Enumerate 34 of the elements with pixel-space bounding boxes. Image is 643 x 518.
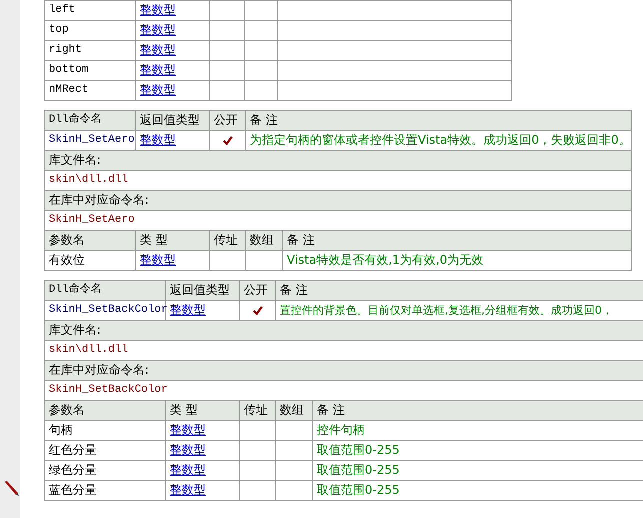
- section-label: 库文件名:: [44, 320, 643, 340]
- column-header: 备 注: [312, 400, 643, 420]
- param-name: bottom: [44, 60, 136, 80]
- note-text: Vista特效是否有效,1为有效,0为无效: [282, 250, 632, 270]
- param-name: 蓝色分量: [44, 480, 166, 500]
- param-name: 红色分量: [44, 440, 166, 460]
- column-header: Dll命令名: [44, 280, 166, 300]
- param-name: 绿色分量: [44, 460, 166, 480]
- column-header: Dll命令名: [44, 110, 136, 130]
- column-header: 备 注: [246, 110, 632, 130]
- column-header: 公开: [240, 280, 276, 300]
- column-header: 数组: [276, 400, 312, 420]
- column-header: 传址: [210, 230, 246, 250]
- section-label: 在库中对应命令名:: [44, 190, 632, 210]
- pencil-icon: [3, 480, 19, 496]
- column-header: 返回值类型: [136, 110, 210, 130]
- param-name: 句柄: [44, 420, 166, 440]
- column-header: 类 型: [166, 400, 240, 420]
- param-name: right: [44, 40, 136, 60]
- section-label: 在库中对应命令名:: [44, 360, 643, 380]
- param-name: 有效位: [44, 250, 136, 270]
- column-header: 类 型: [136, 230, 210, 250]
- column-header: 备 注: [276, 280, 643, 300]
- param-name: left: [44, 0, 136, 20]
- param-name: nMRect: [44, 80, 136, 100]
- column-header: 参数名: [44, 230, 136, 250]
- section-label: 库文件名:: [44, 150, 632, 170]
- column-header: 备 注: [282, 230, 632, 250]
- column-header: 数组: [246, 230, 282, 250]
- column-header: 公开: [210, 110, 246, 130]
- column-header: 返回值类型: [166, 280, 240, 300]
- param-name: top: [44, 20, 136, 40]
- column-header: 传址: [240, 400, 276, 420]
- column-header: 参数名: [44, 400, 166, 420]
